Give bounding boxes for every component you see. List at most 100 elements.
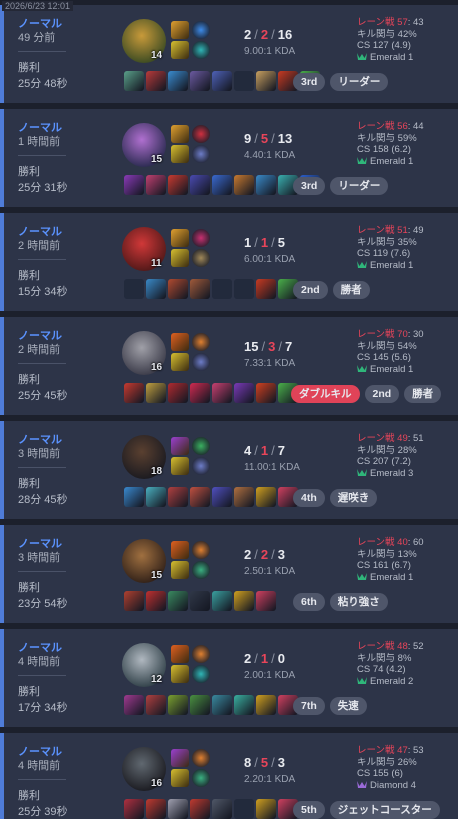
match-card[interactable]: ノーマル 3 時間前 勝利 28分 45秒 18 4/1/7 11.00:1 KDA レーン戦… — [0, 421, 458, 519]
item-icon[interactable] — [190, 799, 210, 819]
item-icon[interactable] — [146, 175, 166, 195]
summoner-spell-icon[interactable] — [171, 41, 189, 59]
item-icon[interactable] — [146, 591, 166, 611]
item-icon[interactable] — [256, 175, 276, 195]
rune-icon[interactable] — [192, 229, 210, 247]
rune-icon[interactable] — [192, 249, 210, 267]
item-icon[interactable] — [212, 71, 232, 91]
item-icon[interactable] — [256, 279, 276, 299]
item-icon[interactable] — [190, 695, 210, 715]
item-icon[interactable] — [256, 383, 276, 403]
summoner-spell-icon[interactable] — [171, 249, 189, 267]
summoner-spell-icon[interactable] — [171, 769, 189, 787]
summoner-spell-icon[interactable] — [171, 749, 189, 767]
item-icon[interactable] — [168, 71, 188, 91]
summoner-spell-icon[interactable] — [171, 665, 189, 683]
item-icon[interactable] — [124, 695, 144, 715]
item-icon[interactable] — [168, 383, 188, 403]
item-icon[interactable] — [234, 695, 254, 715]
rune-icon[interactable] — [192, 333, 210, 351]
item-icon[interactable] — [146, 799, 166, 819]
summoner-spell-icon[interactable] — [171, 145, 189, 163]
item-icon[interactable] — [234, 487, 254, 507]
item-icon[interactable] — [234, 591, 254, 611]
item-icon[interactable] — [190, 71, 210, 91]
rune-icon[interactable] — [192, 561, 210, 579]
time-ago: 1 時間前 — [18, 136, 61, 148]
item-icon[interactable] — [146, 279, 166, 299]
summoner-spell-icon[interactable] — [171, 353, 189, 371]
kda-ratio: 6.00:1 KDA — [244, 254, 296, 265]
summoner-spell-icon[interactable] — [171, 437, 189, 455]
item-icon[interactable] — [190, 279, 210, 299]
item-icon[interactable] — [146, 71, 166, 91]
match-card[interactable]: ノーマル 4 時間前 勝利 25分 39秒 16 8/5/3 2.20:1 KDA レーン戦 … — [0, 733, 458, 819]
item-icon[interactable] — [124, 383, 144, 403]
summoner-spell-icon[interactable] — [171, 457, 189, 475]
item-icon[interactable] — [256, 71, 276, 91]
match-card[interactable]: ノーマル 4 時間前 勝利 17分 34秒 12 2/1/0 2.00:1 KDA レーン戦 … — [0, 629, 458, 727]
rune-icon[interactable] — [192, 21, 210, 39]
rune-icon[interactable] — [192, 665, 210, 683]
item-icon[interactable] — [168, 695, 188, 715]
item-icon[interactable] — [168, 175, 188, 195]
rune-icon[interactable] — [192, 353, 210, 371]
badge-list: 4th 遅咲き — [293, 489, 378, 507]
rune-icon[interactable] — [192, 145, 210, 163]
item-icon[interactable] — [124, 799, 144, 819]
item-icon[interactable] — [168, 799, 188, 819]
rune-icon[interactable] — [192, 749, 210, 767]
item-icon[interactable] — [212, 175, 232, 195]
rune-icon[interactable] — [192, 41, 210, 59]
item-icon[interactable] — [234, 383, 254, 403]
emerald-emblem-icon — [357, 260, 367, 272]
summoner-spell-icon[interactable] — [171, 333, 189, 351]
item-icon[interactable] — [124, 591, 144, 611]
deaths: 1 — [260, 235, 269, 250]
rune-icon[interactable] — [192, 645, 210, 663]
summoner-spell-icon[interactable] — [171, 125, 189, 143]
match-card[interactable]: ノーマル 2 時間前 勝利 25分 45秒 16 15/3/7 7.33:1 KDA レーン戦… — [0, 317, 458, 415]
time-ago: 2 時間前 — [18, 240, 61, 252]
rune-icon[interactable] — [192, 457, 210, 475]
item-icon[interactable] — [146, 695, 166, 715]
item-icon[interactable] — [234, 175, 254, 195]
item-icon[interactable] — [124, 175, 144, 195]
match-card[interactable]: ノーマル 49 分前 勝利 25分 48秒 14 2/2/16 9.00:1 KDA レーン戦… — [0, 5, 458, 103]
summoner-spell-icon[interactable] — [171, 645, 189, 663]
assists: 3 — [277, 755, 285, 770]
item-icon[interactable] — [190, 175, 210, 195]
match-card[interactable]: ノーマル 3 時間前 勝利 23分 54秒 15 2/2/3 2.50:1 KDA レーン戦 … — [0, 525, 458, 623]
item-build — [124, 175, 320, 195]
rune-icon[interactable] — [192, 437, 210, 455]
item-icon[interactable] — [168, 591, 188, 611]
item-icon[interactable] — [124, 487, 144, 507]
item-icon[interactable] — [146, 487, 166, 507]
item-icon[interactable] — [190, 383, 210, 403]
item-icon[interactable] — [212, 695, 232, 715]
item-icon[interactable] — [190, 591, 210, 611]
summoner-spell-icon[interactable] — [171, 541, 189, 559]
item-icon[interactable] — [212, 799, 232, 819]
item-icon[interactable] — [168, 279, 188, 299]
rune-icon[interactable] — [192, 769, 210, 787]
item-icon[interactable] — [212, 383, 232, 403]
match-card[interactable]: ノーマル 2 時間前 勝利 15分 34秒 11 1/1/5 6.00:1 KDA レーン戦 … — [0, 213, 458, 311]
item-icon[interactable] — [212, 487, 232, 507]
match-card[interactable]: ノーマル 1 時間前 勝利 25分 31秒 15 9/5/13 4.40:1 KDA レーン戦… — [0, 109, 458, 207]
rune-icon[interactable] — [192, 541, 210, 559]
item-icon[interactable] — [256, 487, 276, 507]
rune-icon[interactable] — [192, 125, 210, 143]
item-icon[interactable] — [146, 383, 166, 403]
item-icon[interactable] — [190, 487, 210, 507]
summoner-spell-icon[interactable] — [171, 21, 189, 39]
item-icon[interactable] — [256, 799, 276, 819]
item-icon[interactable] — [124, 71, 144, 91]
item-icon[interactable] — [256, 591, 276, 611]
item-icon[interactable] — [168, 487, 188, 507]
summoner-spell-icon[interactable] — [171, 561, 189, 579]
item-icon[interactable] — [256, 695, 276, 715]
item-icon[interactable] — [212, 591, 232, 611]
assists: 0 — [277, 651, 285, 666]
summoner-spell-icon[interactable] — [171, 229, 189, 247]
